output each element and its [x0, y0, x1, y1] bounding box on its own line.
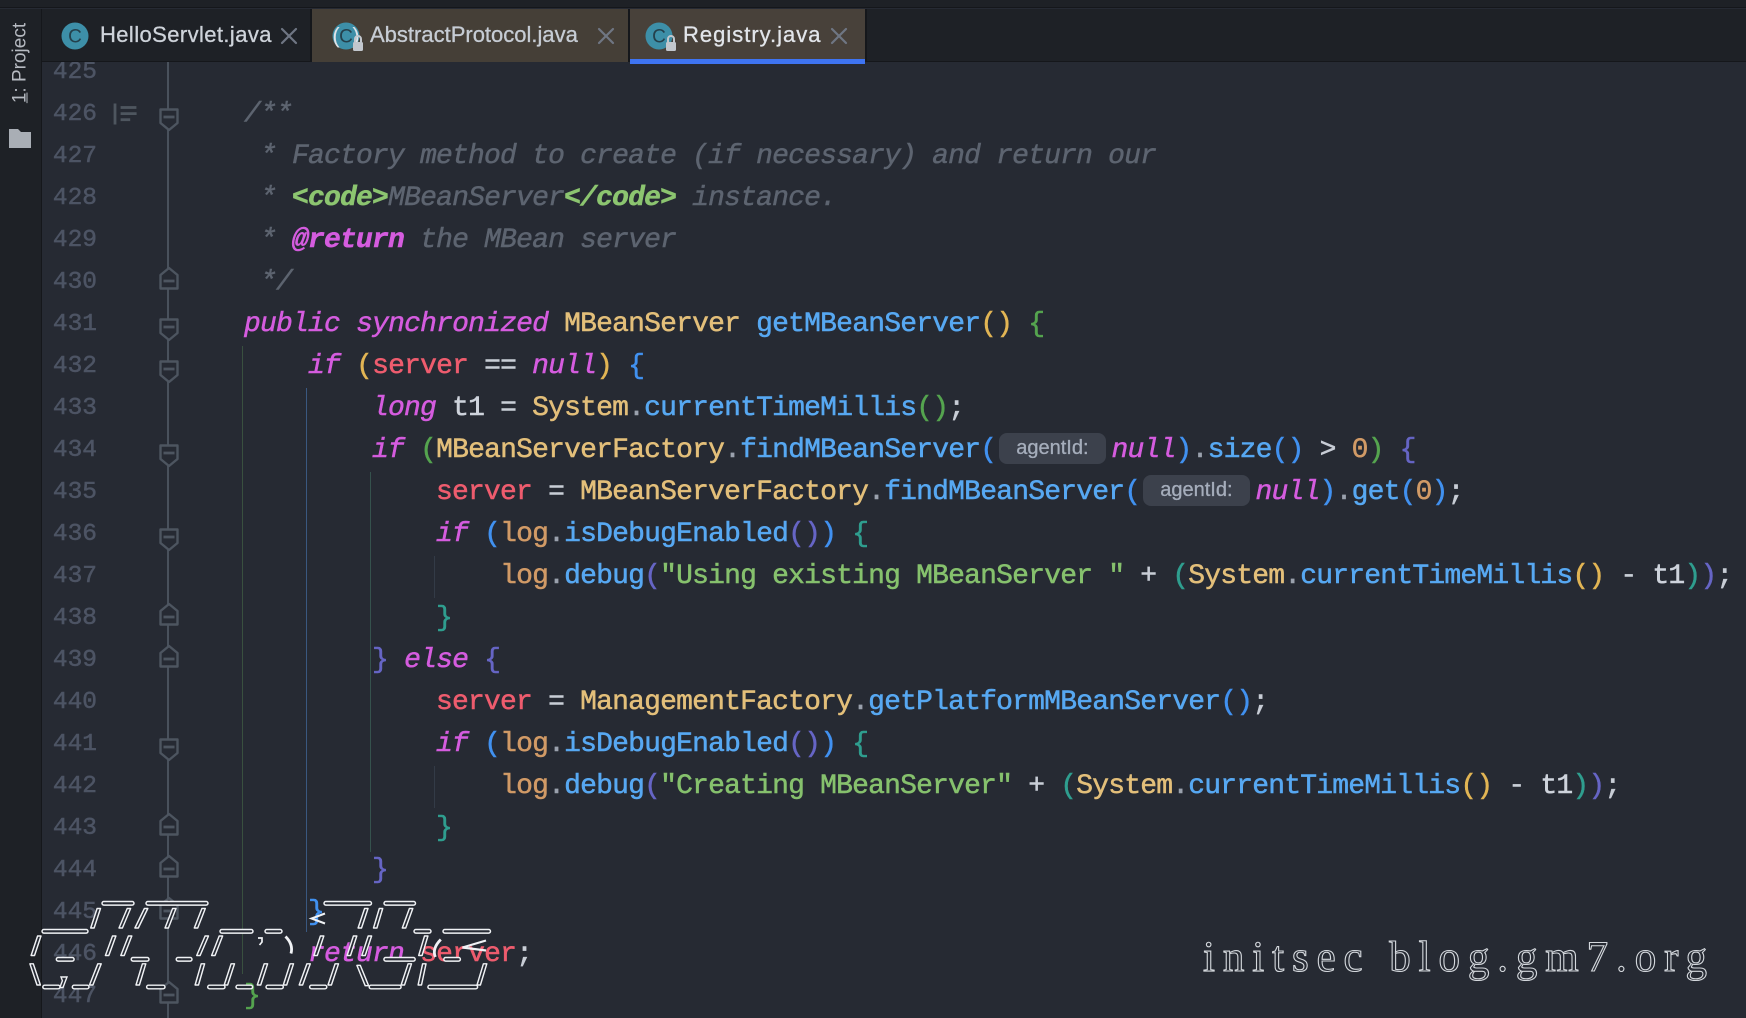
svg-text:(: (	[332, 23, 340, 48]
svg-text:C: C	[339, 27, 353, 48]
svg-text:C: C	[652, 27, 666, 48]
svg-text:C: C	[68, 27, 82, 48]
